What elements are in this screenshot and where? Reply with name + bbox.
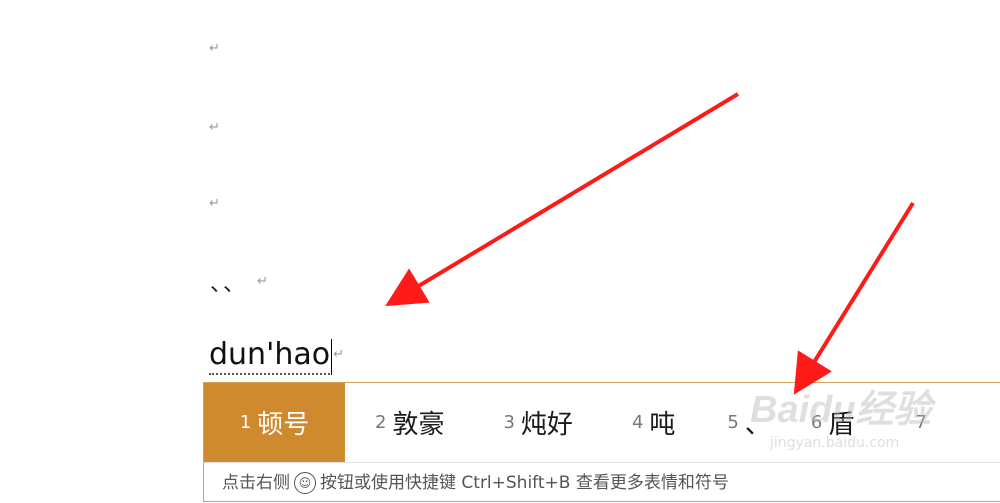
candidate-3[interactable]: 3 炖好	[503, 383, 572, 462]
enumeration-comma-text: 、、	[210, 272, 248, 297]
candidate-number: 5	[727, 412, 739, 433]
candidate-1[interactable]: 1 顿号	[204, 383, 345, 462]
hint-text-after: 按钮或使用快捷键 Ctrl+Shift+B 查看更多表情和符号	[320, 473, 729, 493]
paragraph-mark: ↵	[257, 274, 270, 289]
paragraph-mark: ↵	[209, 41, 220, 56]
candidate-text: 顿号	[257, 410, 310, 440]
hint-text-before: 点击右侧	[222, 473, 290, 493]
candidate-4[interactable]: 4 吨	[632, 383, 675, 462]
watermark-url: jingyan.baidu.com	[770, 435, 900, 451]
candidate-number: 1	[239, 412, 252, 433]
candidate-text: 吨	[649, 410, 676, 440]
candidate-text: 敦豪	[392, 410, 445, 440]
candidate-number: 4	[631, 412, 644, 433]
candidate-number: 3	[503, 412, 515, 433]
candidate-number: 2	[375, 412, 387, 433]
composition-line[interactable]: dun'hao ↵	[209, 333, 344, 375]
emoji-info-icon[interactable]: ☺	[294, 472, 316, 494]
baidu-logo: Baidu经验	[750, 389, 932, 431]
paragraph-mark: ↵	[333, 346, 344, 362]
candidate-text: 炖好	[520, 410, 573, 440]
text-caret	[331, 339, 333, 375]
paragraph-mark: ↵	[209, 196, 220, 211]
red-arrow-to-candidate-5	[793, 201, 915, 395]
candidate-2[interactable]: 2 敦豪	[375, 383, 444, 462]
paragraph-mark: ↵	[209, 120, 220, 135]
red-arrow-to-composition	[385, 92, 740, 307]
ime-composition-text: dun'hao	[209, 338, 331, 375]
document-line[interactable]: 、、 ↵	[210, 266, 270, 297]
watermark: Baidu经验 jingyan.baidu.com	[750, 378, 980, 478]
